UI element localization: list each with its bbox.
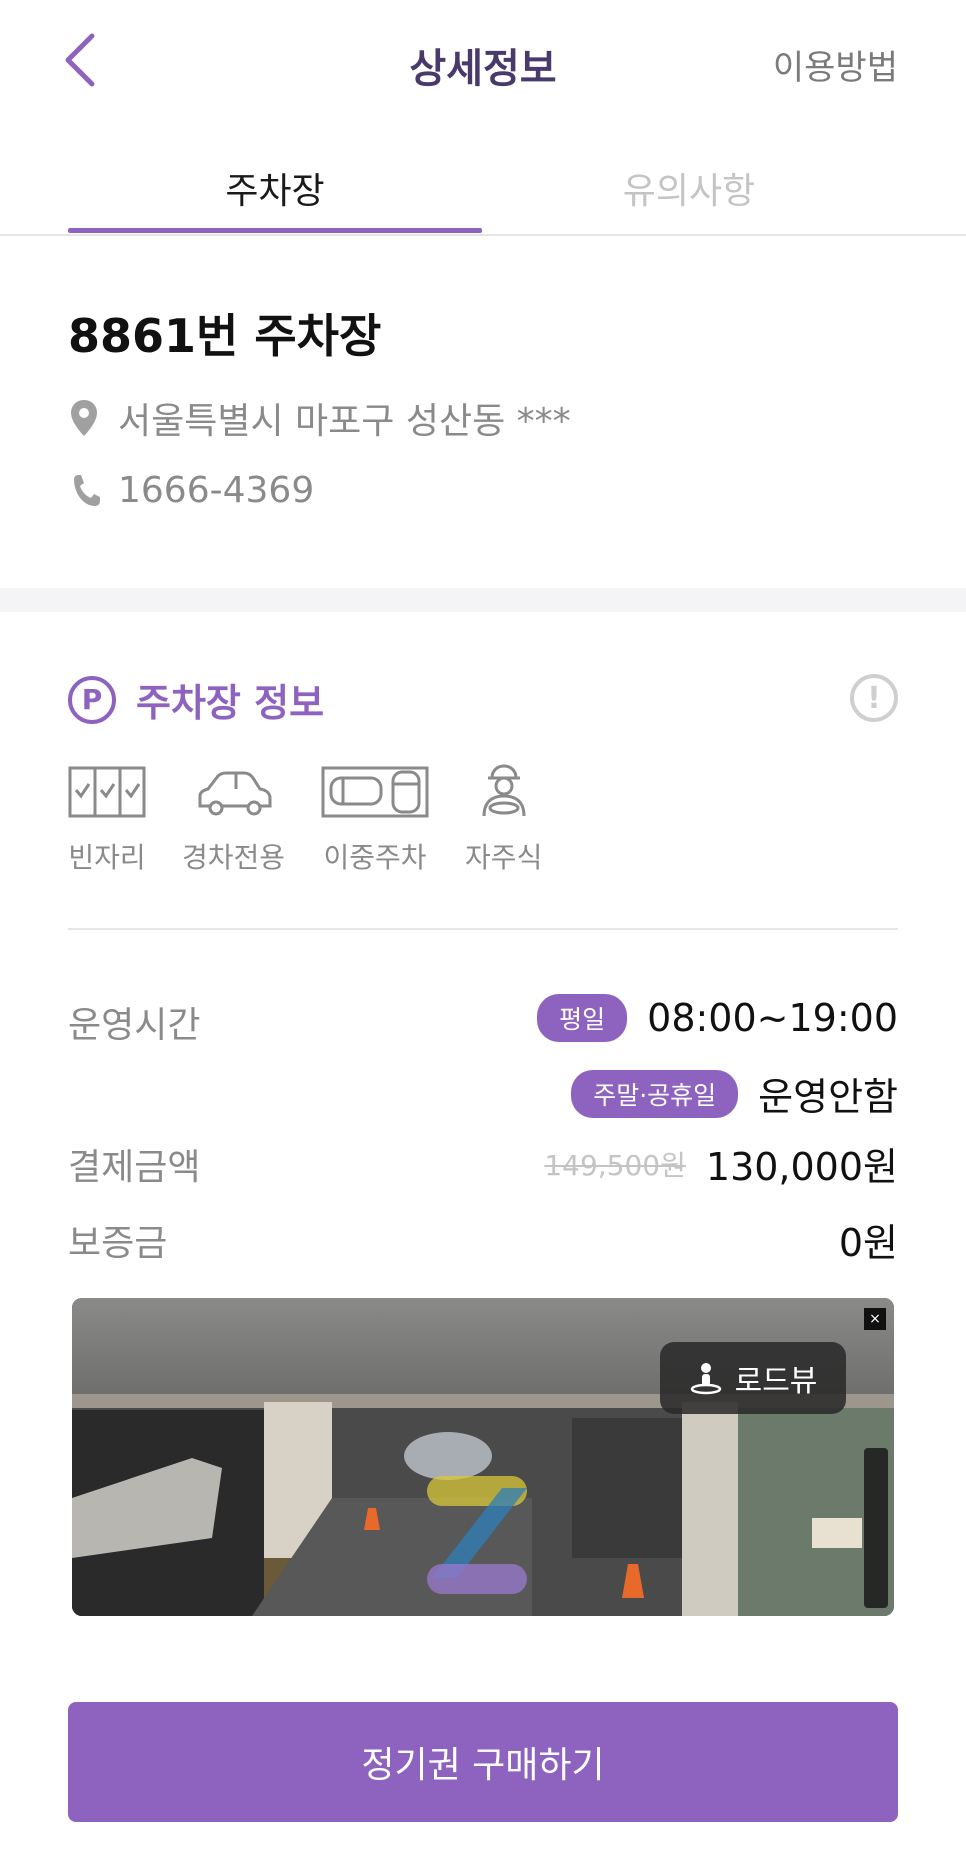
weekend-hours: 운영안함 bbox=[758, 1075, 898, 1119]
phone-number[interactable]: 1666-4369 bbox=[118, 470, 314, 511]
feature-label: 경차전용 bbox=[182, 841, 286, 874]
payment-row: 149,500원 130,000원 bbox=[544, 1136, 898, 1191]
weekday-hours: 08:00~19:00 bbox=[647, 996, 898, 1040]
address-row: 서울특별시 마포구 성산동 *** bbox=[68, 392, 571, 444]
tab-parking-lot[interactable]: 주차장 bbox=[68, 162, 482, 214]
weekday-badge: 평일 bbox=[537, 994, 628, 1042]
tab-notices[interactable]: 유의사항 bbox=[482, 162, 896, 214]
phone-icon bbox=[74, 474, 100, 506]
weekend-hours-row: 주말·공휴일 운영안함 bbox=[571, 1066, 898, 1121]
header: 상세정보 이용방법 bbox=[0, 0, 966, 126]
roadview-button[interactable]: 로드뷰 bbox=[660, 1342, 846, 1414]
feature-item: 자주식 bbox=[465, 762, 542, 876]
feature-list: 빈자리 경차전용 이중주차 자주식 bbox=[68, 762, 578, 876]
checkbox-slots-icon bbox=[68, 766, 146, 818]
location-pin-icon bbox=[71, 400, 97, 436]
address-text: 서울특별시 마포구 성산동 *** bbox=[118, 401, 571, 442]
feature-label: 자주식 bbox=[465, 841, 543, 874]
double-parking-icon bbox=[321, 766, 429, 818]
person-pin-icon bbox=[690, 1363, 721, 1395]
feature-label: 빈자리 bbox=[68, 841, 146, 874]
tab-bar: 주차장 유의사항 bbox=[0, 140, 966, 236]
roadview-zoom-controls[interactable] bbox=[864, 1448, 888, 1608]
driver-icon bbox=[482, 764, 526, 817]
deposit-label: 보증금 bbox=[68, 1223, 168, 1264]
section-divider bbox=[0, 588, 966, 612]
payment-label: 결제금액 bbox=[68, 1147, 201, 1188]
buy-pass-button[interactable]: 정기권 구매하기 bbox=[68, 1702, 898, 1822]
weekday-hours-row: 평일 08:00~19:00 bbox=[537, 994, 898, 1042]
parking-p-icon: P bbox=[68, 675, 116, 724]
compact-car-icon bbox=[198, 771, 272, 816]
original-price: 149,500원 bbox=[544, 1148, 686, 1182]
feature-label: 이중주차 bbox=[323, 841, 427, 874]
sale-price: 130,000원 bbox=[705, 1145, 898, 1189]
close-icon[interactable]: × bbox=[864, 1308, 886, 1330]
deposit-value: 0원 bbox=[838, 1221, 898, 1265]
info-icon[interactable]: ! bbox=[850, 674, 898, 722]
weekend-badge: 주말·공휴일 bbox=[571, 1069, 739, 1118]
operation-hours-label: 운영시간 bbox=[68, 1005, 201, 1046]
phone-row[interactable]: 1666-4369 bbox=[68, 470, 314, 511]
feature-item: 빈자리 bbox=[68, 762, 146, 876]
feature-item: 이중주차 bbox=[321, 762, 429, 876]
feature-item: 경차전용 bbox=[182, 762, 285, 876]
divider bbox=[68, 928, 898, 930]
deposit-row: 0원 bbox=[839, 1212, 898, 1267]
lot-name: 8861번 주차장 bbox=[68, 309, 382, 363]
help-link[interactable]: 이용방법 bbox=[773, 40, 898, 89]
active-tab-indicator bbox=[68, 228, 482, 233]
section-title: 주차장 정보 bbox=[136, 681, 325, 725]
roadview-image[interactable]: 로드뷰 × bbox=[72, 1298, 894, 1616]
roadview-label: 로드뷰 bbox=[734, 1364, 818, 1399]
section-header: P 주차장 정보 bbox=[68, 672, 324, 727]
